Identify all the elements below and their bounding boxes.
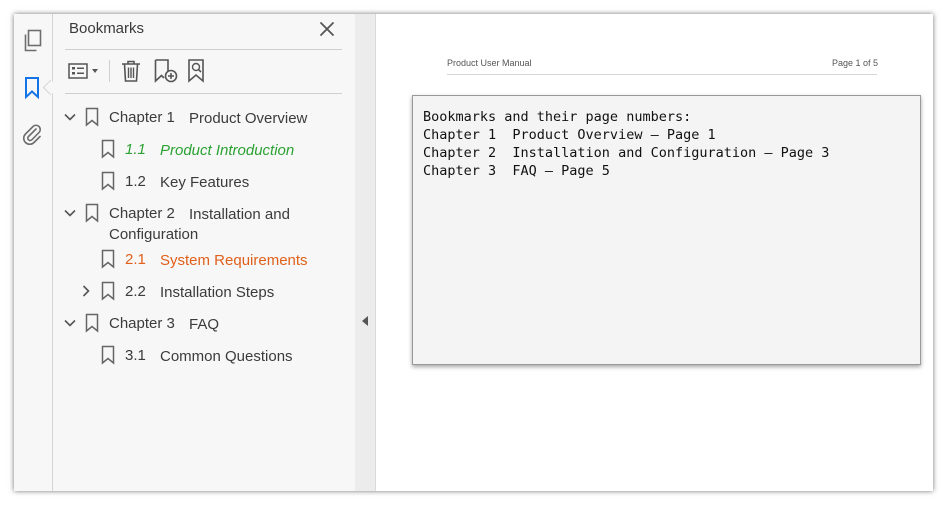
text-line: Chapter 2 Installation and Configuration… [423, 145, 830, 161]
bookmark-icon [85, 313, 99, 333]
page-number: Page 1 of 5 [832, 58, 879, 68]
page-header-rule [447, 74, 877, 75]
bookmark-number: Chapter 1 [109, 109, 175, 126]
bookmark-label: FAQ [189, 316, 220, 333]
bookmarks-toolbar [67, 57, 267, 85]
bookmark-chapter-1[interactable]: Chapter 1 Product Overview [53, 105, 355, 131]
bookmark-number: 1.2 [125, 173, 146, 190]
page-thumbnails-icon[interactable] [19, 28, 45, 54]
bookmark-number: 3.1 [125, 347, 146, 364]
bookmark-icon [101, 249, 115, 269]
bookmark-icon [85, 107, 99, 127]
chevron-down-icon[interactable] [63, 110, 77, 124]
bookmark-icon [101, 281, 115, 301]
bookmark-number: 2.1 [125, 251, 146, 268]
trash-icon[interactable] [120, 57, 142, 85]
bookmark-2-2[interactable]: 2.2 Installation Steps [53, 279, 355, 305]
app-window: Bookmarks Chapter 1 Product Overview 1.1… [14, 14, 933, 491]
panel-splitter[interactable] [355, 14, 376, 491]
collapse-panel-icon[interactable] [361, 315, 369, 327]
bookmark-chapter-3[interactable]: Chapter 3 FAQ [53, 311, 355, 337]
panel-title: Bookmarks [69, 20, 145, 37]
bookmark-number: 1.1 [125, 141, 146, 158]
chevron-right-icon[interactable] [79, 284, 93, 298]
bookmark-label: Product Overview [189, 110, 308, 127]
document-page: Product User Manual Page 1 of 5 Bookmark… [376, 14, 933, 491]
text-line: Bookmarks and their page numbers: [423, 109, 692, 125]
bookmark-2-1[interactable]: 2.1 System Requirements [53, 247, 355, 273]
bookmark-label: Installation and [189, 206, 290, 223]
bookmark-label: Installation Steps [160, 284, 275, 301]
bookmarks-text-box[interactable]: Bookmarks and their page numbers: Chapte… [412, 95, 921, 365]
bookmark-1-1[interactable]: 1.1 Product Introduction [53, 137, 355, 163]
toolbar-separator [109, 60, 110, 82]
bookmark-3-1[interactable]: 3.1 Common Questions [53, 343, 355, 369]
bookmark-label: Product Introduction [160, 142, 295, 159]
panel-title-divider [65, 49, 342, 50]
attachments-icon[interactable] [19, 121, 45, 147]
toolbar-divider [65, 93, 342, 94]
bookmark-icon [101, 139, 115, 159]
bookmark-label-line2: Configuration [109, 226, 199, 243]
bookmark-label: Common Questions [160, 348, 293, 365]
text-line: Chapter 1 Product Overview — Page 1 [423, 127, 716, 143]
bookmarks-panel: Bookmarks Chapter 1 Product Overview 1.1… [53, 14, 356, 491]
list-options-icon[interactable] [67, 57, 103, 85]
chevron-down-icon[interactable] [63, 316, 77, 330]
find-bookmark-icon[interactable] [186, 57, 212, 85]
bookmark-icon [85, 203, 99, 223]
bookmark-label: Key Features [160, 174, 250, 191]
page-header-title: Product User Manual [447, 58, 532, 68]
bookmark-number: Chapter 3 [109, 315, 175, 332]
bookmark-1-2[interactable]: 1.2 Key Features [53, 169, 355, 195]
bookmark-number: 2.2 [125, 283, 146, 300]
bookmark-icon [101, 345, 115, 365]
text-line: Chapter 3 FAQ — Page 5 [423, 163, 610, 179]
bookmark-number: Chapter 2 [109, 205, 175, 222]
bookmark-chapter-2[interactable]: Chapter 2 Installation and Configuration [53, 201, 355, 245]
chevron-down-icon[interactable] [63, 206, 77, 220]
bookmark-icon [101, 171, 115, 191]
bookmarks-icon[interactable] [19, 75, 45, 101]
add-bookmark-icon[interactable] [153, 57, 179, 85]
bookmark-label: System Requirements [160, 252, 308, 269]
close-icon[interactable] [317, 19, 337, 39]
